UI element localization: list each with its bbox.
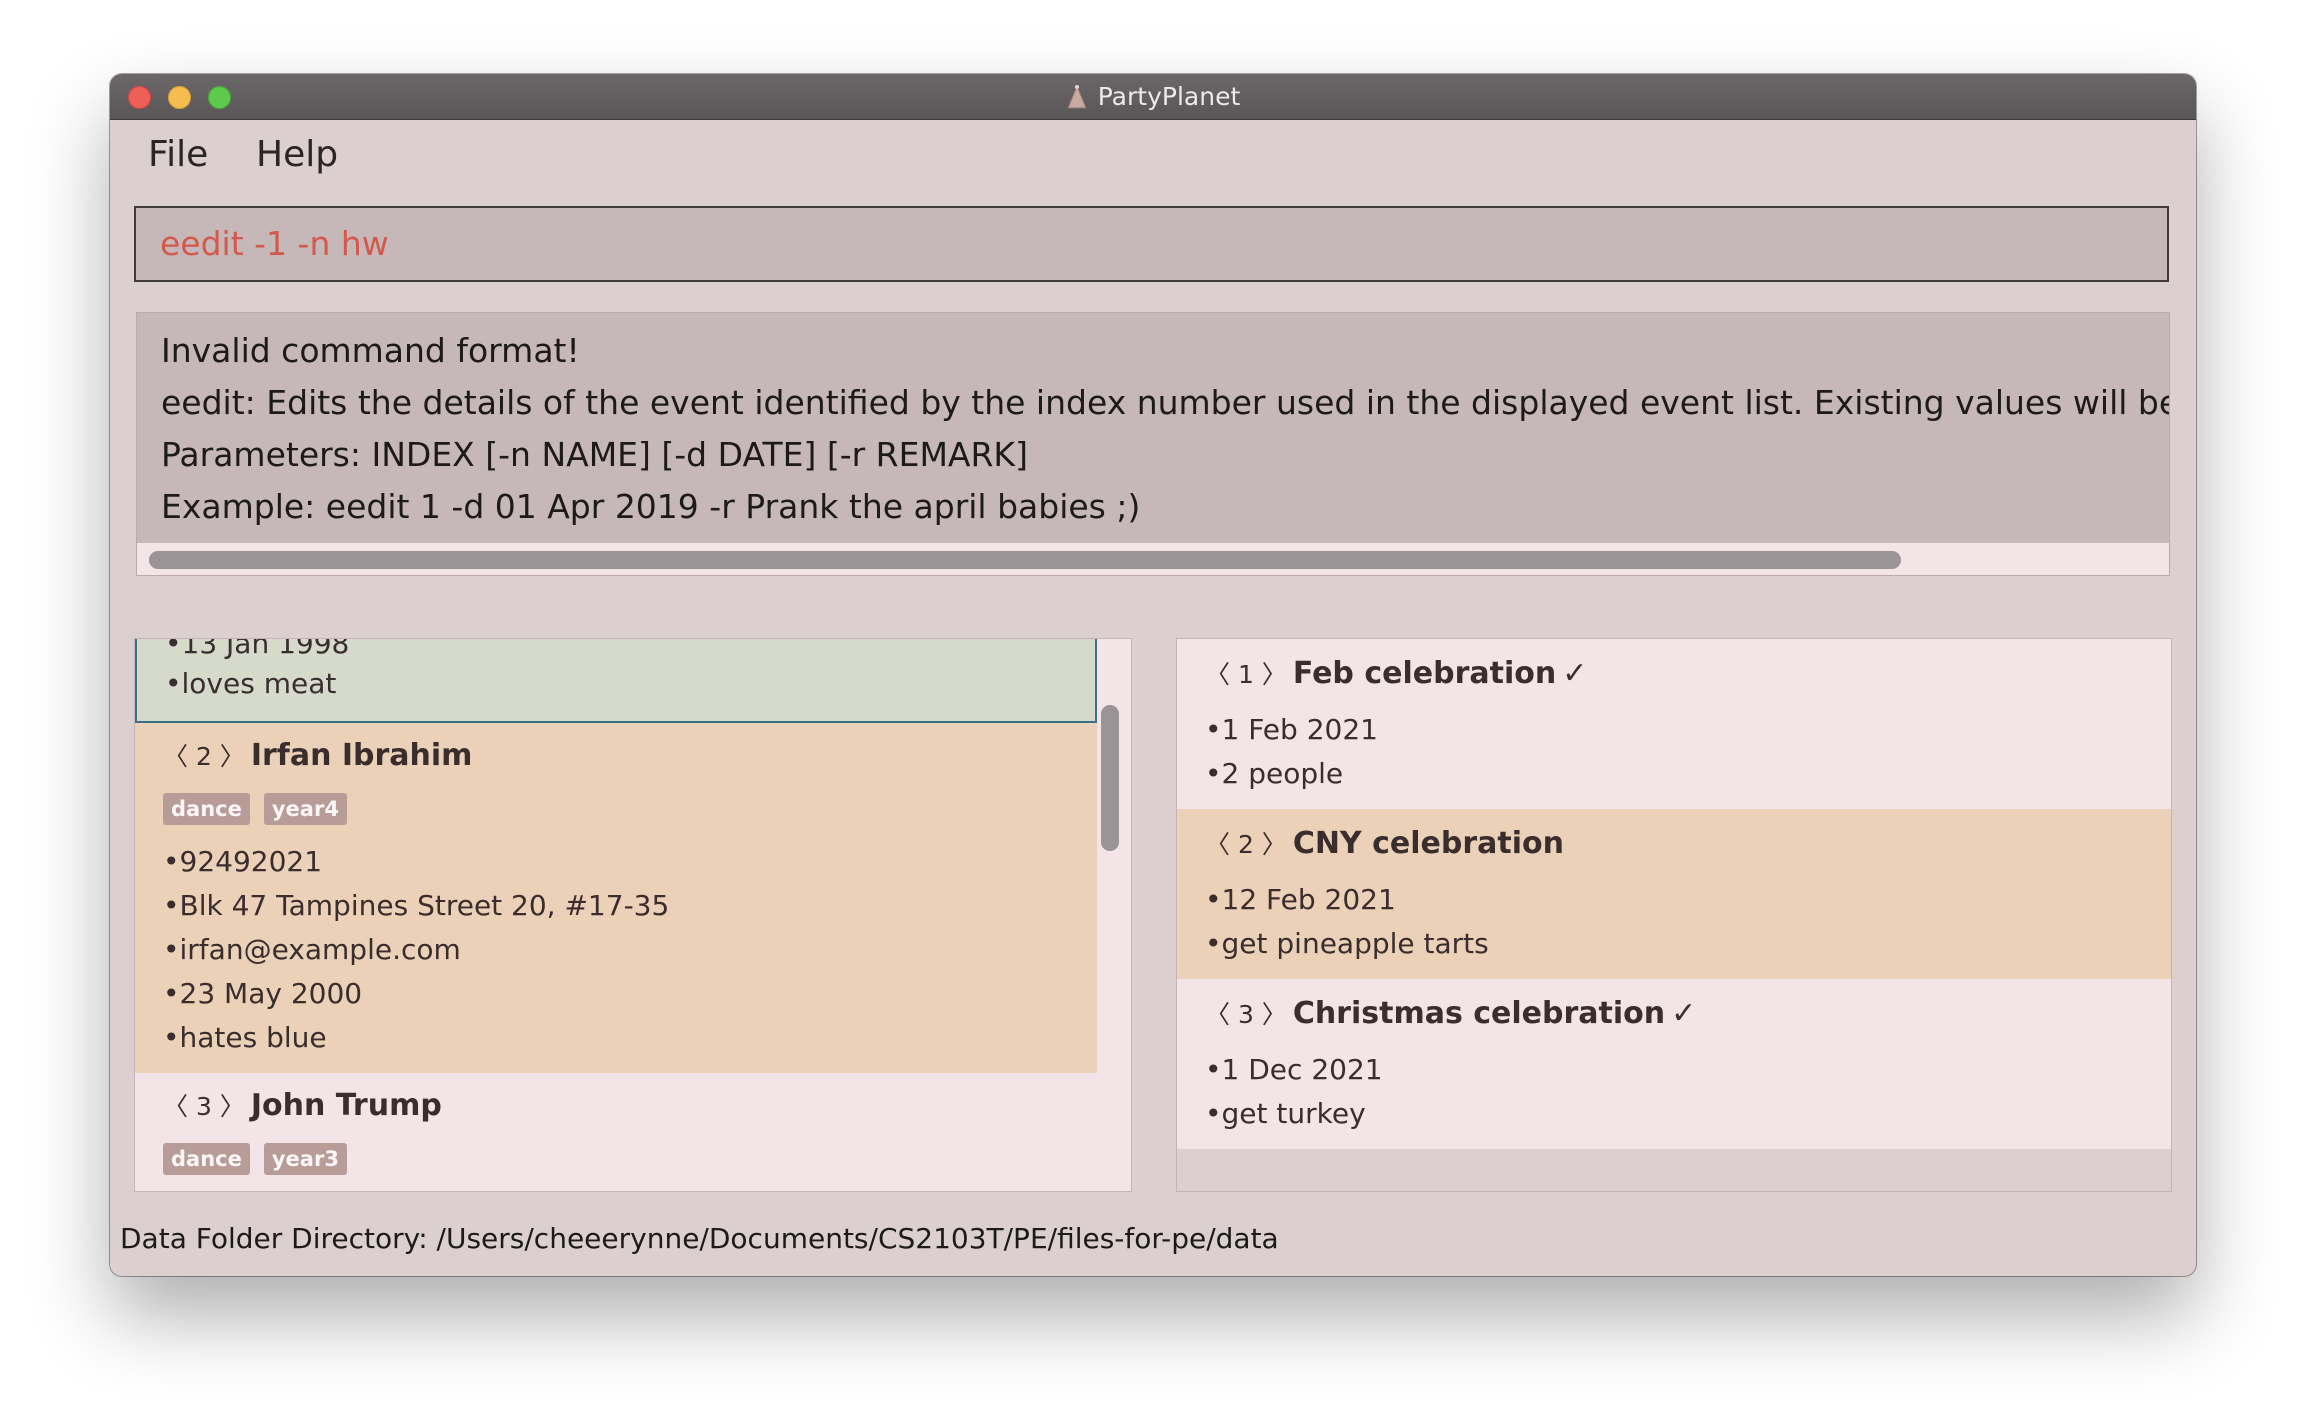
person-card-3[interactable]: 〈 3 〉 John Trump dance year3 — [135, 1073, 1097, 1191]
event-card-header: 〈 2 〉 CNY celebration — [1205, 825, 1570, 861]
event-card-1[interactable]: 〈 1 〉 Feb celebration ✓ •1 Feb 2021 •2 peo… — [1177, 639, 2171, 809]
result-line: Example: eedit 1 -d 01 Apr 2019 -r Prank… — [161, 487, 1141, 526]
done-check-icon: ✓ — [1562, 656, 1588, 691]
person-birthday: •13 Jan 1998 — [165, 638, 350, 660]
event-remark: •get turkey — [1205, 1097, 1366, 1130]
result-line: eedit: Edits the details of the event id… — [161, 383, 2169, 422]
person-tags: dance year4 — [163, 793, 347, 825]
person-remark: •hates blue — [163, 1021, 327, 1054]
person-index: 〈 2 〉 — [163, 742, 245, 771]
person-card-1[interactable]: •13 Jan 1998 •loves meat — [135, 638, 1097, 723]
event-date: •12 Feb 2021 — [1205, 883, 1396, 916]
menu-file[interactable]: File — [138, 130, 218, 179]
event-list[interactable]: 〈 1 〉 Feb celebration ✓ •1 Feb 2021 •2 peo… — [1176, 638, 2172, 1192]
tag: year4 — [263, 793, 347, 825]
person-card-header: 〈 3 〉 John Trump — [163, 1087, 442, 1123]
person-list[interactable]: •13 Jan 1998 •loves meat 〈 2 〉 Irfan Ibra… — [134, 638, 1132, 1192]
person-phone: •92492021 — [163, 845, 323, 878]
party-hat-icon — [1066, 84, 1087, 108]
event-name: Feb celebration — [1292, 656, 1557, 691]
event-date: •1 Feb 2021 — [1205, 713, 1378, 746]
event-remark: •get pineapple tarts — [1205, 927, 1489, 960]
event-card-2[interactable]: 〈 2 〉 CNY celebration •12 Feb 2021 •get p… — [1177, 809, 2171, 979]
person-birthday: •23 May 2000 — [163, 977, 363, 1010]
person-name: John Trump — [250, 1088, 442, 1123]
person-index: 〈 3 〉 — [163, 1092, 245, 1121]
person-name: Irfan Ibrahim — [250, 738, 473, 773]
title-group: PartyPlanet — [110, 74, 2196, 119]
person-list-scrollbar[interactable] — [1101, 705, 1119, 851]
event-date: •1 Dec 2021 — [1205, 1053, 1383, 1086]
result-display[interactable]: Invalid command format! eedit: Edits the… — [136, 312, 2170, 576]
result-text-area: Invalid command format! eedit: Edits the… — [137, 313, 2169, 543]
person-card-2[interactable]: 〈 2 〉 Irfan Ibrahim dance year4 •92492021… — [135, 723, 1097, 1073]
event-name: Christmas celebration — [1292, 996, 1666, 1031]
event-index: 〈 2 〉 — [1205, 830, 1287, 859]
status-bar-directory: Data Folder Directory: /Users/cheeerynne… — [120, 1222, 1279, 1255]
result-line: Invalid command format! — [161, 331, 580, 370]
event-index: 〈 1 〉 — [1205, 660, 1287, 689]
person-tags: dance year3 — [163, 1143, 347, 1175]
window-title: PartyPlanet — [1097, 82, 1241, 111]
person-address: •Blk 47 Tampines Street 20, #17-35 — [163, 889, 670, 922]
app-window: PartyPlanet File Help eedit -1 -n hw Inv… — [110, 74, 2196, 1276]
menu-help[interactable]: Help — [246, 130, 348, 179]
person-email: •irfan@example.com — [163, 933, 461, 966]
person-card-header: 〈 2 〉 Irfan Ibrahim — [163, 737, 472, 773]
event-index: 〈 3 〉 — [1205, 1000, 1287, 1029]
menu-bar: File Help — [110, 120, 2196, 188]
person-remark: •loves meat — [165, 667, 337, 700]
command-input[interactable]: eedit -1 -n hw — [134, 206, 2169, 282]
event-card-3[interactable]: 〈 3 〉 Christmas celebration ✓ •1 Dec 2021 … — [1177, 979, 2171, 1149]
event-card-header: 〈 3 〉 Christmas celebration ✓ — [1205, 995, 1696, 1031]
event-name: CNY celebration — [1292, 826, 1564, 861]
event-remark: •2 people — [1205, 757, 1344, 790]
tag: dance — [163, 793, 250, 825]
result-line: Parameters: INDEX [-n NAME] [-d DATE] [-… — [161, 435, 1028, 474]
result-horizontal-scrollbar[interactable] — [149, 551, 1901, 569]
tag: year3 — [263, 1143, 347, 1175]
tag: dance — [163, 1143, 250, 1175]
event-card-header: 〈 1 〉 Feb celebration ✓ — [1205, 655, 1587, 691]
title-bar[interactable]: PartyPlanet — [110, 74, 2196, 120]
done-check-icon: ✓ — [1671, 996, 1697, 1031]
